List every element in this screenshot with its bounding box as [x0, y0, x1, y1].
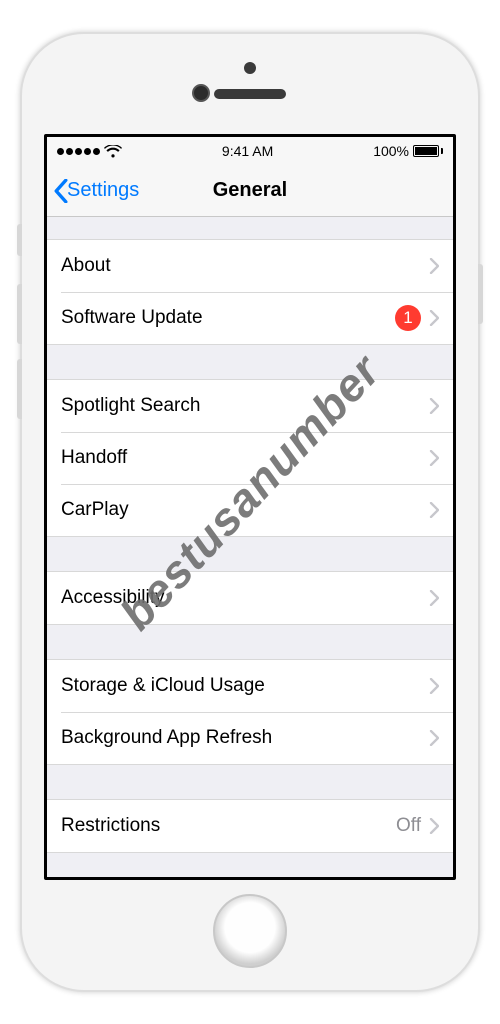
notification-badge: 1	[395, 305, 421, 331]
row-handoff[interactable]: Handoff	[47, 432, 453, 484]
back-button[interactable]: Settings	[53, 165, 139, 216]
list-group: Restrictions Off	[47, 799, 453, 853]
chevron-right-icon	[429, 258, 439, 274]
screen: 9:41 AM 100% Settings General About	[44, 134, 456, 880]
row-label: Background App Refresh	[61, 727, 429, 749]
chevron-right-icon	[429, 730, 439, 746]
row-label: Software Update	[61, 307, 395, 329]
list-group: About Software Update 1	[47, 239, 453, 345]
row-label: Storage & iCloud Usage	[61, 675, 429, 697]
list-group: Spotlight Search Handoff CarPlay	[47, 379, 453, 537]
signal-strength-icon	[57, 148, 100, 155]
row-software-update[interactable]: Software Update 1	[47, 292, 453, 344]
navigation-bar: Settings General	[47, 165, 453, 217]
chevron-right-icon	[429, 818, 439, 834]
front-camera	[192, 84, 210, 102]
chevron-right-icon	[429, 590, 439, 606]
row-accessibility[interactable]: Accessibility	[47, 572, 453, 624]
row-about[interactable]: About	[47, 240, 453, 292]
chevron-right-icon	[429, 502, 439, 518]
list-group: Storage & iCloud Usage Background App Re…	[47, 659, 453, 765]
row-label: About	[61, 255, 429, 277]
row-carplay[interactable]: CarPlay	[47, 484, 453, 536]
row-spotlight-search[interactable]: Spotlight Search	[47, 380, 453, 432]
chevron-right-icon	[429, 678, 439, 694]
row-background-app-refresh[interactable]: Background App Refresh	[47, 712, 453, 764]
volume-down-button	[17, 359, 22, 419]
battery-icon	[413, 145, 443, 157]
wifi-icon	[104, 145, 122, 158]
battery-percentage: 100%	[373, 143, 409, 159]
volume-up-button	[17, 284, 22, 344]
chevron-right-icon	[429, 310, 439, 326]
row-storage-icloud-usage[interactable]: Storage & iCloud Usage	[47, 660, 453, 712]
back-label: Settings	[67, 179, 139, 202]
earpiece-speaker	[214, 89, 286, 99]
status-time: 9:41 AM	[222, 143, 273, 159]
settings-list[interactable]: About Software Update 1 Spotlight Search…	[47, 217, 453, 877]
proximity-sensor	[244, 62, 256, 74]
row-detail-value: Off	[396, 815, 421, 837]
chevron-right-icon	[429, 398, 439, 414]
row-label: CarPlay	[61, 499, 429, 521]
status-bar: 9:41 AM 100%	[47, 137, 453, 165]
home-button[interactable]	[213, 894, 287, 968]
row-label: Accessibility	[61, 587, 429, 609]
row-label: Spotlight Search	[61, 395, 429, 417]
row-label: Restrictions	[61, 815, 396, 837]
chevron-right-icon	[429, 450, 439, 466]
power-button	[478, 264, 483, 324]
list-group: Accessibility	[47, 571, 453, 625]
page-title: General	[213, 179, 287, 202]
mute-switch	[17, 224, 22, 256]
row-restrictions[interactable]: Restrictions Off	[47, 800, 453, 852]
row-label: Handoff	[61, 447, 429, 469]
device-frame: 9:41 AM 100% Settings General About	[20, 32, 480, 992]
